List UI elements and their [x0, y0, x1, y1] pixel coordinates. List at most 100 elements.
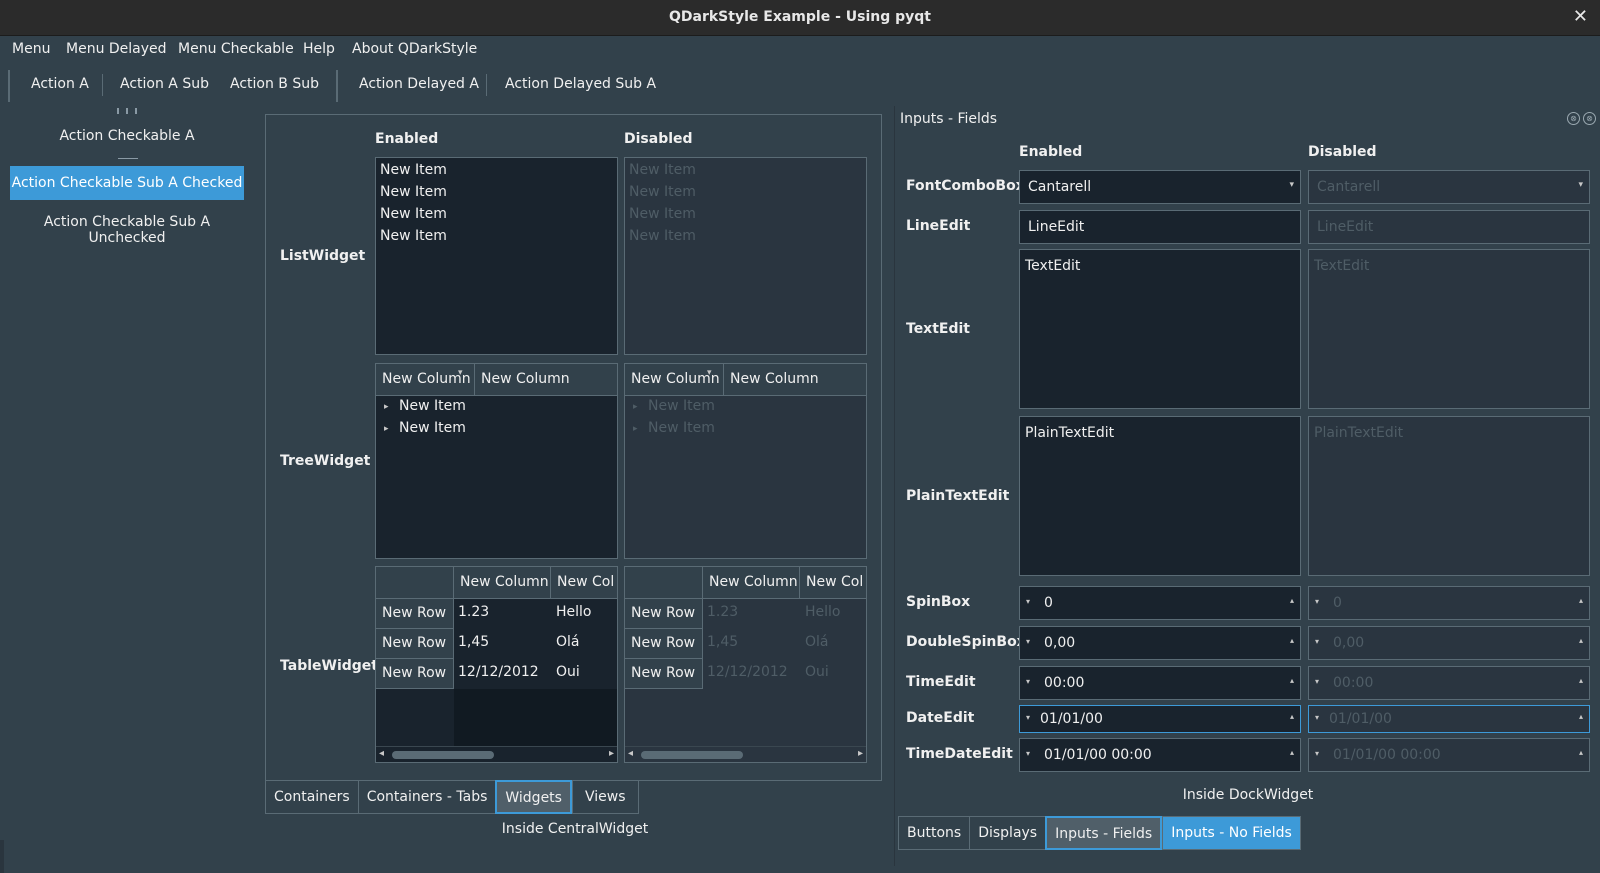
step-up-icon[interactable]: ▴ — [1290, 636, 1294, 645]
menu-menu[interactable]: Menu — [12, 41, 50, 57]
close-icon[interactable]: ⊗ — [1583, 112, 1596, 125]
table-row-header[interactable]: New Row — [376, 629, 454, 659]
table-cell[interactable]: 1.23 — [458, 604, 489, 620]
dateedit-enabled[interactable]: ▾ 01/01/00 ▴ — [1019, 705, 1301, 733]
plaintextedit-enabled[interactable]: PlainTextEdit — [1019, 416, 1301, 576]
table-column-header[interactable]: New Col — [551, 567, 617, 599]
float-icon[interactable]: ⊗ — [1567, 112, 1580, 125]
action-checkable-a-button[interactable]: Action Checkable A — [10, 128, 244, 144]
list-item[interactable]: New Item — [380, 206, 447, 222]
scroll-left-icon: ◂ — [628, 748, 634, 759]
toolbar-handle[interactable] — [8, 70, 10, 102]
tab-displays[interactable]: Displays — [969, 816, 1046, 850]
dock-splitter[interactable] — [894, 106, 895, 866]
menu-help[interactable]: Help — [303, 41, 335, 57]
action-b-sub-button[interactable]: Action B Sub — [230, 76, 319, 92]
timedateedit-disabled: ▾ 01/01/00 00:00 ▴ — [1308, 738, 1590, 772]
tab-widgets[interactable]: Widgets — [495, 780, 572, 814]
table-cell[interactable]: Hello — [556, 604, 592, 620]
action-checkable-sub-a-checked-button[interactable]: Action Checkable Sub A Checked — [10, 166, 244, 200]
step-down-icon[interactable]: ▾ — [1026, 713, 1030, 722]
table-corner[interactable] — [376, 567, 454, 599]
tab-inputs-fields[interactable]: Inputs - Fields — [1045, 816, 1163, 850]
tree-widget-enabled[interactable]: New Column ▾ New Column ▸ New Item ▸ New… — [375, 363, 618, 559]
table-widget-enabled[interactable]: New Column New Col New Row New Row New R… — [375, 566, 618, 763]
doublespinbox-label: DoubleSpinBox — [906, 634, 1026, 650]
tree-item[interactable]: New Item — [399, 420, 466, 436]
tab-buttons[interactable]: Buttons — [898, 816, 970, 850]
textedit-label: TextEdit — [906, 321, 970, 337]
spinbox-enabled[interactable]: ▾ 0 ▴ — [1019, 586, 1301, 620]
table-cell[interactable]: Oui — [556, 664, 580, 680]
step-up-icon[interactable]: ▴ — [1290, 596, 1294, 605]
action-a-sub-button[interactable]: Action A Sub — [120, 76, 209, 92]
step-down-icon: ▾ — [1315, 637, 1320, 646]
menu-about[interactable]: About QDarkStyle — [352, 41, 477, 57]
dropdown-arrow-icon[interactable]: ▾ — [1289, 180, 1294, 190]
dateedit-label: DateEdit — [906, 710, 975, 726]
window-corner — [0, 840, 4, 873]
expand-arrow-icon[interactable]: ▸ — [384, 424, 389, 434]
table-empty-area — [454, 689, 617, 749]
fontcombobox-label: FontComboBox — [906, 178, 1025, 194]
step-up-icon: ▴ — [1578, 676, 1583, 685]
action-delayed-a-button[interactable]: Action Delayed A — [359, 76, 479, 92]
lineedit-enabled[interactable]: LineEdit — [1019, 210, 1301, 244]
table-cell[interactable]: 12/12/2012 — [458, 664, 539, 680]
tree-column-header[interactable]: New Column — [475, 364, 617, 396]
timeedit-enabled[interactable]: ▾ 00:00 ▴ — [1019, 666, 1301, 700]
horizontal-scrollbar[interactable]: ◂ ▸ — [376, 746, 617, 762]
textedit-enabled[interactable]: TextEdit — [1019, 249, 1301, 409]
scroll-right-icon[interactable]: ▸ — [609, 748, 614, 759]
toolbar-separator — [102, 74, 103, 96]
toolbar-separator — [118, 158, 138, 159]
menu-checkable[interactable]: Menu Checkable — [178, 41, 294, 57]
dropdown-arrow-icon: ▾ — [1578, 180, 1583, 190]
table-row-header[interactable]: New Row — [376, 659, 454, 689]
column-header-label: New Column — [481, 371, 570, 387]
table-column-header[interactable]: New Column — [454, 567, 551, 599]
tab-views[interactable]: Views — [571, 780, 639, 814]
expand-arrow-icon[interactable]: ▸ — [384, 402, 389, 412]
step-down-icon[interactable]: ▾ — [1026, 597, 1030, 606]
left-toolbar: Action Checkable A Action Checkable Sub … — [0, 106, 254, 866]
tab-containers[interactable]: Containers — [265, 780, 358, 814]
fontcombobox-enabled[interactable]: Cantarell ▾ — [1019, 170, 1301, 204]
step-down-icon[interactable]: ▾ — [1026, 677, 1030, 686]
step-up-icon[interactable]: ▴ — [1290, 676, 1294, 685]
list-item[interactable]: New Item — [380, 184, 447, 200]
list-item[interactable]: New Item — [380, 228, 447, 244]
central-caption: Inside CentralWidget — [501, 821, 649, 837]
list-widget-enabled[interactable]: New Item New Item New Item New Item — [375, 157, 618, 355]
timedateedit-enabled[interactable]: ▾ 01/01/00 00:00 ▴ — [1019, 738, 1301, 772]
tab-containers-tabs[interactable]: Containers - Tabs — [357, 780, 496, 814]
disabled-header: Disabled — [624, 131, 693, 147]
dock-enabled-header: Enabled — [1019, 144, 1083, 160]
sort-arrow-icon: ▾ — [458, 368, 463, 378]
scroll-left-icon[interactable]: ◂ — [379, 748, 384, 759]
tab-inputs-no-fields[interactable]: Inputs - No Fields — [1162, 816, 1301, 850]
table-cell[interactable]: 1,45 — [458, 634, 489, 650]
table-cell[interactable]: Olá — [556, 634, 580, 650]
toolbar-handle[interactable] — [336, 70, 338, 102]
menu-delayed[interactable]: Menu Delayed — [66, 41, 167, 57]
tablewidget-label: TableWidget — [280, 658, 378, 674]
action-a-button[interactable]: Action A — [31, 76, 89, 92]
table-row-header: New Row — [625, 599, 703, 629]
table-row-header[interactable]: New Row — [376, 599, 454, 629]
step-up-icon[interactable]: ▴ — [1290, 712, 1294, 721]
action-checkable-sub-a-unchecked-button[interactable]: Action Checkable Sub A Unchecked — [10, 214, 244, 246]
close-icon[interactable]: ✕ — [1573, 6, 1588, 27]
plaintextedit-label: PlainTextEdit — [906, 488, 1010, 504]
list-item[interactable]: New Item — [380, 162, 447, 178]
step-down-icon[interactable]: ▾ — [1026, 749, 1030, 758]
action-delayed-sub-a-button[interactable]: Action Delayed Sub A — [505, 76, 656, 92]
doublespinbox-enabled[interactable]: ▾ 0,00 ▴ — [1019, 626, 1301, 660]
step-up-icon[interactable]: ▴ — [1290, 748, 1294, 757]
scrollbar-thumb[interactable] — [392, 751, 494, 759]
tree-item[interactable]: New Item — [399, 398, 466, 414]
step-down-icon: ▾ — [1315, 713, 1320, 722]
toolbar-handle[interactable] — [117, 108, 137, 114]
table-cell: Olá — [805, 634, 829, 650]
step-down-icon[interactable]: ▾ — [1026, 637, 1030, 646]
